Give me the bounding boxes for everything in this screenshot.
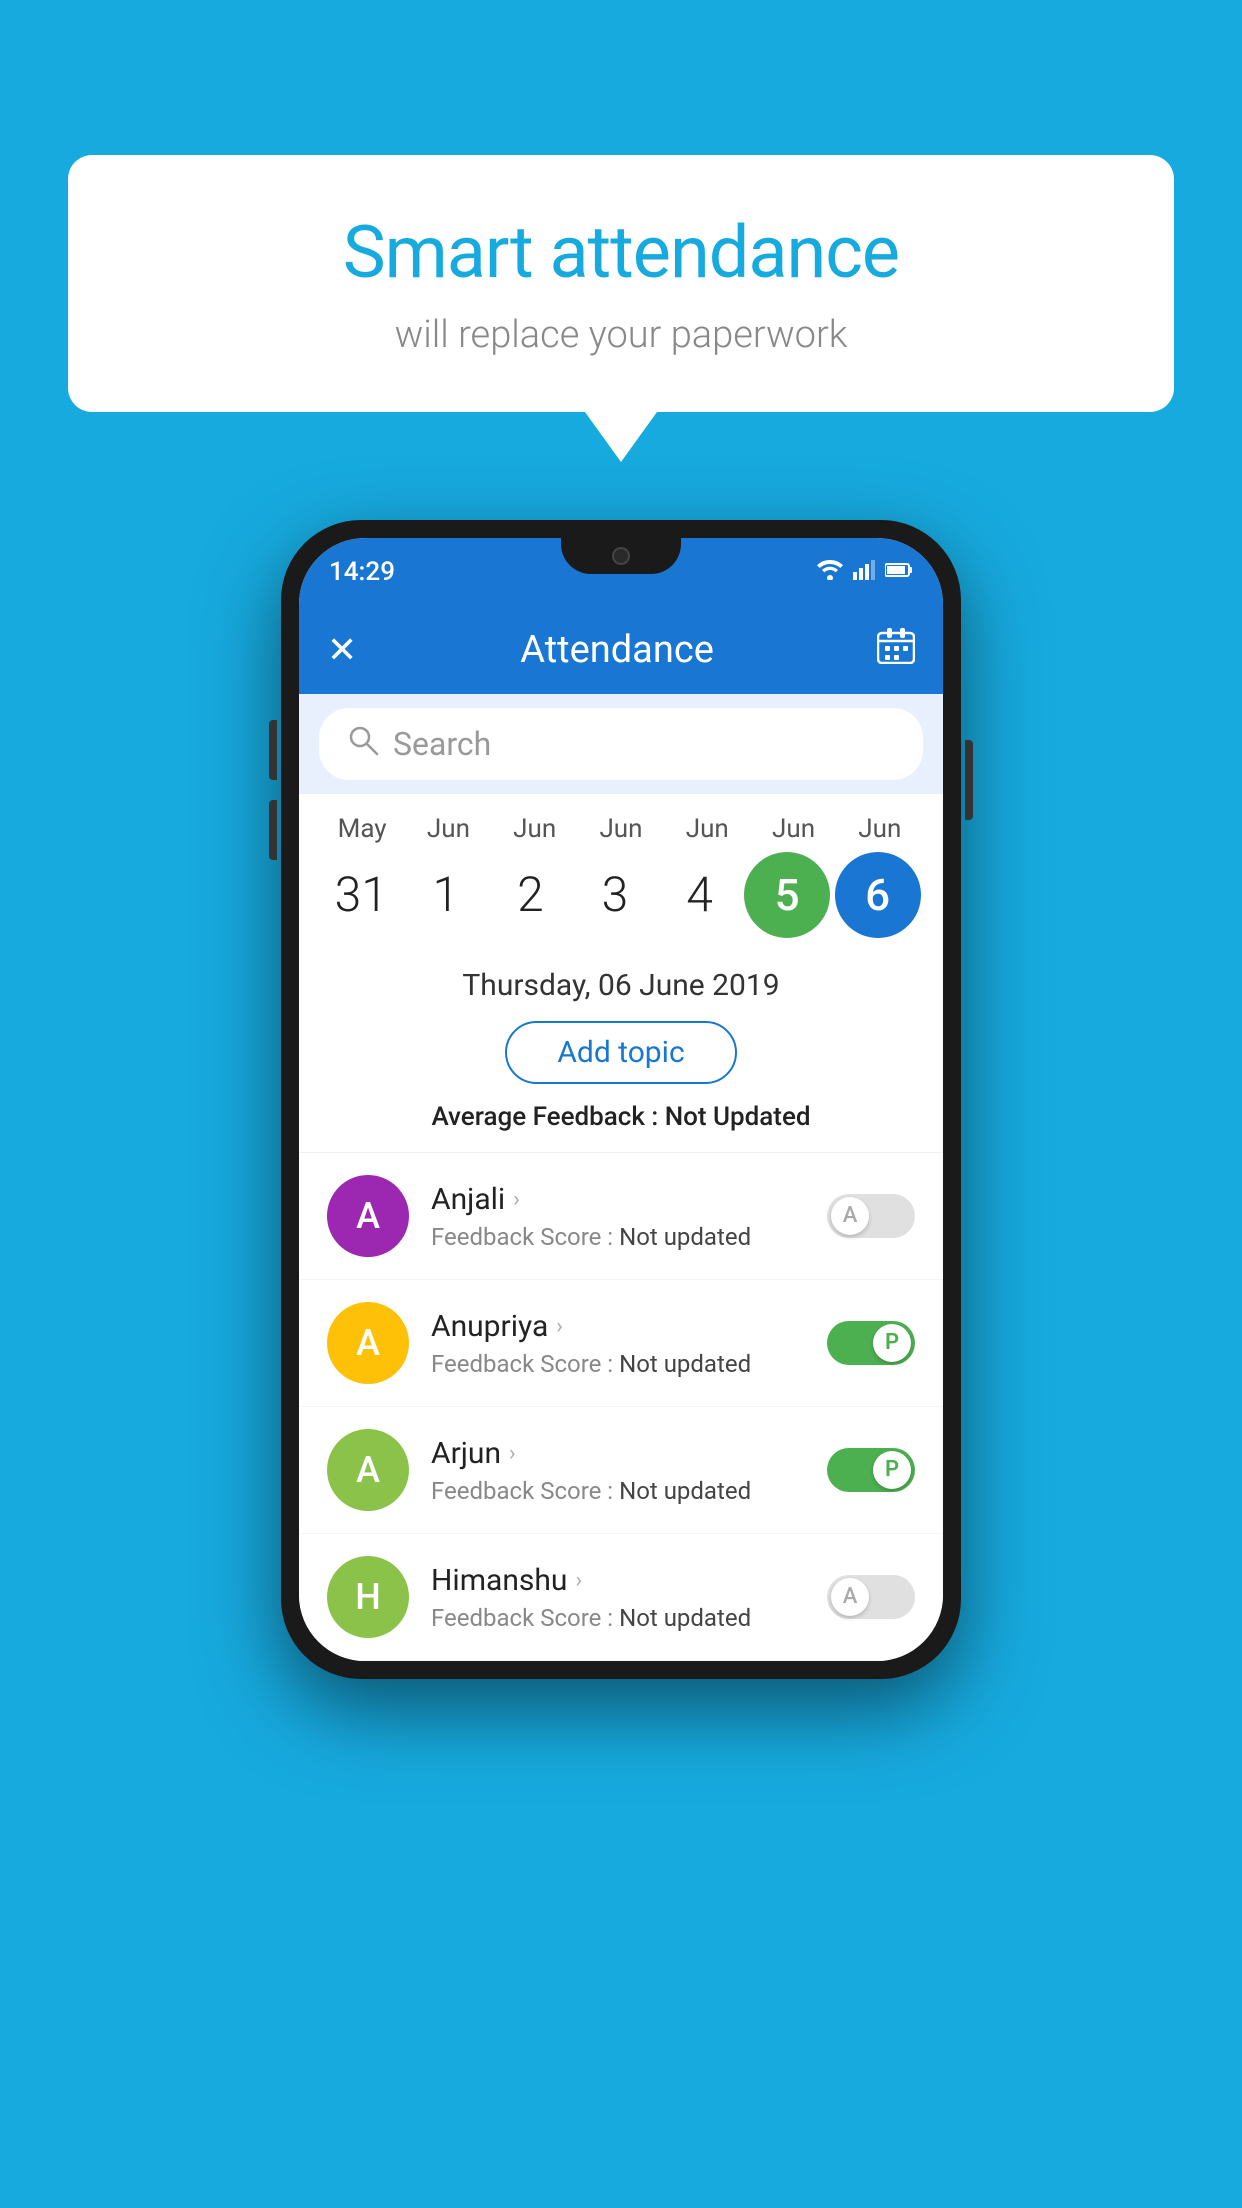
battery-icon xyxy=(885,562,913,582)
phone-mockup: 14:29 xyxy=(281,520,961,1679)
speech-bubble-arrow xyxy=(585,412,657,462)
attendance-toggle-anupriya[interactable] xyxy=(827,1321,915,1365)
chevron-anupriya: › xyxy=(556,1314,563,1339)
app-header: ✕ Attendance xyxy=(299,606,943,694)
student-item-arjun: A Arjun › Feedback Score : Not updated xyxy=(299,1407,943,1534)
phone-outer: 14:29 xyxy=(281,520,961,1679)
avg-feedback-value: Not Updated xyxy=(665,1102,811,1132)
student-item-himanshu: H Himanshu › Feedback Score : Not update… xyxy=(299,1534,943,1661)
student-name-himanshu[interactable]: Himanshu › xyxy=(431,1563,805,1598)
attendance-toggle-anjali[interactable] xyxy=(827,1194,915,1238)
calendar-dates: 31 1 2 3 4 5 6 xyxy=(299,852,943,938)
cal-month-6[interactable]: Jun xyxy=(840,814,920,844)
student-name-arjun[interactable]: Arjun › xyxy=(431,1436,805,1471)
cal-month-0[interactable]: May xyxy=(322,814,402,844)
speech-bubble-title: Smart attendance xyxy=(128,210,1114,295)
attendance-toggle-himanshu[interactable] xyxy=(827,1575,915,1619)
volume-up-button xyxy=(269,720,277,780)
attendance-toggle-arjun[interactable] xyxy=(827,1448,915,1492)
chevron-anjali: › xyxy=(513,1187,520,1212)
status-icons xyxy=(817,560,913,584)
student-info-anupriya: Anupriya › Feedback Score : Not updated xyxy=(431,1309,805,1378)
avatar-himanshu: H xyxy=(327,1556,409,1638)
status-time: 14:29 xyxy=(329,557,395,587)
student-list: A Anjali › Feedback Score : Not updated xyxy=(299,1153,943,1661)
student-feedback-himanshu: Feedback Score : Not updated xyxy=(431,1604,805,1632)
student-name-anjali[interactable]: Anjali › xyxy=(431,1182,805,1217)
student-item-anupriya: A Anupriya › Feedback Score : Not update… xyxy=(299,1280,943,1407)
calendar-icon[interactable] xyxy=(877,628,915,672)
close-button[interactable]: ✕ xyxy=(327,629,357,671)
student-item-anjali: A Anjali › Feedback Score : Not updated xyxy=(299,1153,943,1280)
volume-down-button xyxy=(269,800,277,860)
cal-date-1[interactable]: 1 xyxy=(406,871,486,919)
app-title: Attendance xyxy=(520,628,714,672)
avatar-arjun: A xyxy=(327,1429,409,1511)
cal-date-4[interactable]: 4 xyxy=(660,871,740,919)
student-info-himanshu: Himanshu › Feedback Score : Not updated xyxy=(431,1563,805,1632)
camera xyxy=(612,547,630,565)
cal-date-5-today[interactable]: 5 xyxy=(744,852,830,938)
date-info-section: Thursday, 06 June 2019 Add topic Average… xyxy=(299,948,943,1153)
phone-screen: 14:29 xyxy=(299,538,943,1661)
cal-month-5[interactable]: Jun xyxy=(754,814,834,844)
status-bar: 14:29 xyxy=(299,538,943,606)
search-bar[interactable]: Search xyxy=(319,708,923,780)
student-feedback-anupriya: Feedback Score : Not updated xyxy=(431,1350,805,1378)
search-icon xyxy=(347,724,379,764)
speech-bubble-section: Smart attendance will replace your paper… xyxy=(68,155,1174,462)
speech-bubble: Smart attendance will replace your paper… xyxy=(68,155,1174,412)
cal-month-2[interactable]: Jun xyxy=(495,814,575,844)
chevron-arjun: › xyxy=(509,1441,516,1466)
avatar-anjali: A xyxy=(327,1175,409,1257)
student-name-anupriya[interactable]: Anupriya › xyxy=(431,1309,805,1344)
calendar-months: May Jun Jun Jun Jun Jun Jun xyxy=(299,814,943,844)
power-button xyxy=(965,740,973,820)
cal-month-1[interactable]: Jun xyxy=(408,814,488,844)
student-feedback-arjun: Feedback Score : Not updated xyxy=(431,1477,805,1505)
avg-feedback: Average Feedback : Not Updated xyxy=(329,1102,913,1132)
cal-month-3[interactable]: Jun xyxy=(581,814,661,844)
avatar-anupriya: A xyxy=(327,1302,409,1384)
calendar-section: May Jun Jun Jun Jun Jun Jun 31 1 2 3 4 5… xyxy=(299,794,943,948)
student-feedback-anjali: Feedback Score : Not updated xyxy=(431,1223,805,1251)
add-topic-button[interactable]: Add topic xyxy=(505,1021,736,1084)
cal-date-0[interactable]: 31 xyxy=(321,871,401,919)
student-info-anjali: Anjali › Feedback Score : Not updated xyxy=(431,1182,805,1251)
student-info-arjun: Arjun › Feedback Score : Not updated xyxy=(431,1436,805,1505)
cal-date-2[interactable]: 2 xyxy=(490,871,570,919)
cal-date-3[interactable]: 3 xyxy=(575,871,655,919)
cal-date-6-selected[interactable]: 6 xyxy=(835,852,921,938)
wifi-icon xyxy=(817,560,843,584)
search-placeholder: Search xyxy=(393,725,491,763)
selected-date: Thursday, 06 June 2019 xyxy=(329,968,913,1003)
notch xyxy=(561,538,681,574)
signal-icon xyxy=(853,560,875,584)
speech-bubble-subtitle: will replace your paperwork xyxy=(128,313,1114,357)
cal-month-4[interactable]: Jun xyxy=(667,814,747,844)
chevron-himanshu: › xyxy=(575,1568,582,1593)
avg-feedback-label: Average Feedback : xyxy=(431,1102,658,1132)
search-container: Search xyxy=(299,694,943,794)
